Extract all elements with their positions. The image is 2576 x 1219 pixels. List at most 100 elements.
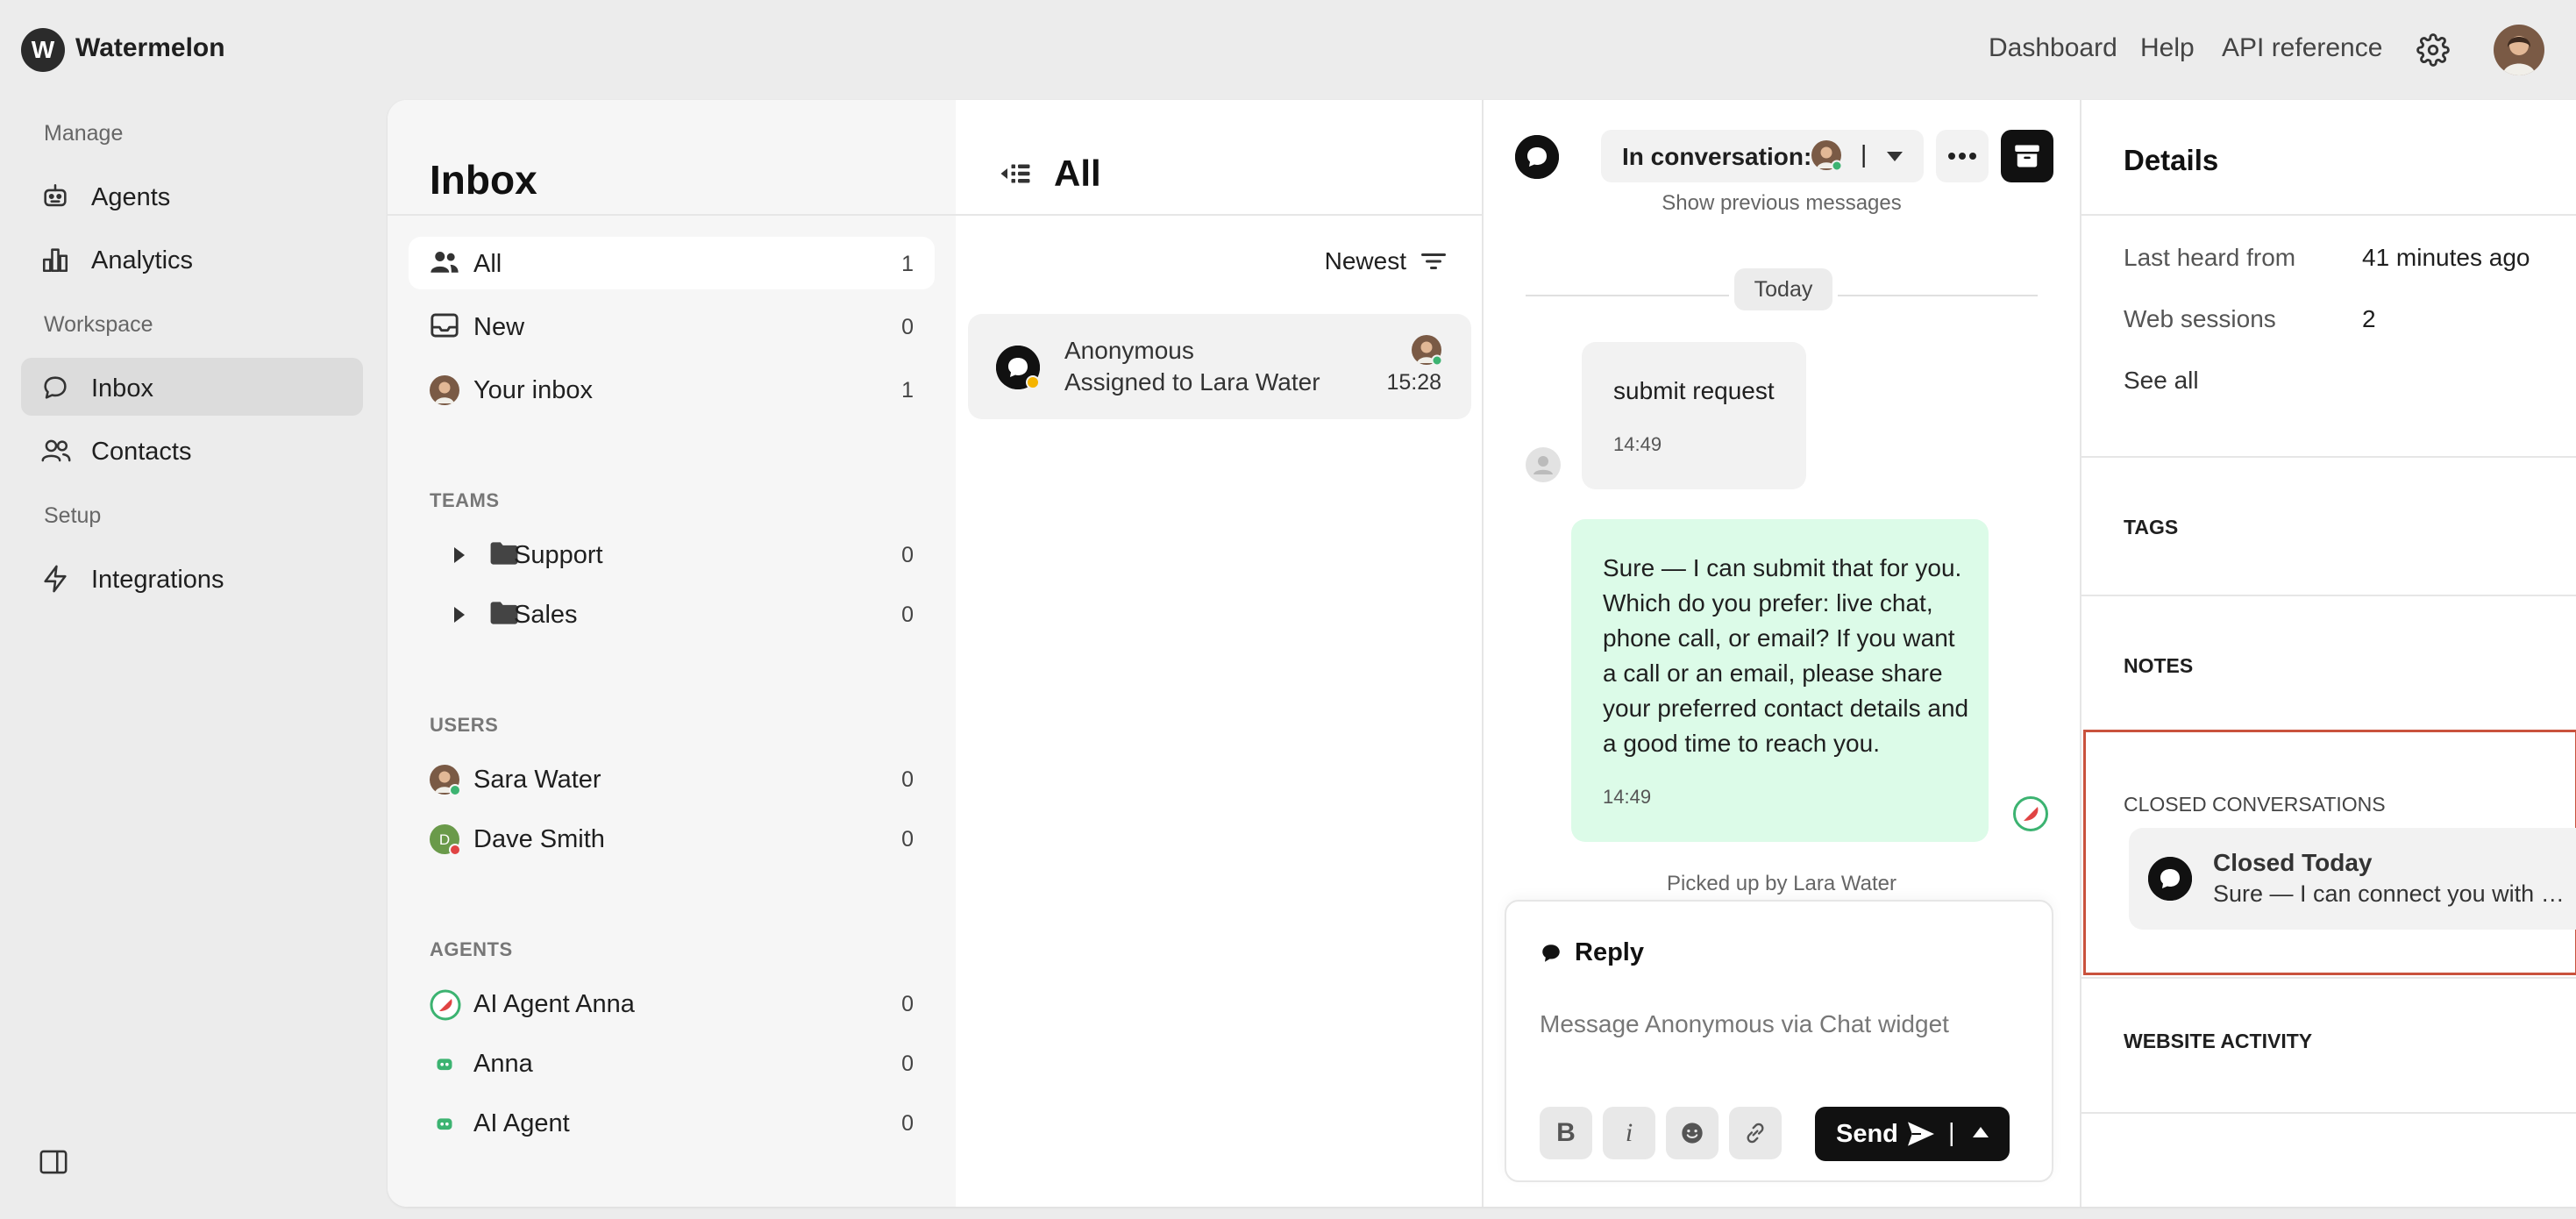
close-conversation-button[interactable] xyxy=(2001,130,2053,182)
inbox-column: Inbox All 1 New 0 Your inbox 1 TEAMS Sup… xyxy=(388,100,956,1207)
divider xyxy=(1526,295,1729,296)
team-row-sales[interactable]: Sales 0 xyxy=(409,588,935,640)
send-label: Send xyxy=(1836,1120,1898,1148)
sort-dropdown[interactable]: Newest xyxy=(1325,247,1447,275)
conversation-list-column: All Newest Anonymous Assigned to Lara Wa… xyxy=(956,100,1484,1207)
user-avatar xyxy=(430,375,459,405)
sidebar-toggle-icon[interactable] xyxy=(39,1149,68,1175)
inbox-row-all[interactable]: All 1 xyxy=(409,237,935,289)
assignee-avatar xyxy=(1811,140,1843,172)
sidebar-item-analytics[interactable]: Analytics xyxy=(21,230,363,288)
expand-caret-icon[interactable] xyxy=(454,607,465,623)
divider xyxy=(956,214,1484,216)
bold-button[interactable]: B xyxy=(1540,1107,1592,1159)
watermelon-agent-icon xyxy=(430,989,461,1021)
closed-conversation-item[interactable]: Closed Today Sure — I can connect you wi… xyxy=(2129,828,2576,930)
website-activity-section-header[interactable]: WEBSITE ACTIVITY xyxy=(2124,1030,2312,1053)
tags-section-header[interactable]: TAGS xyxy=(2124,516,2178,539)
teams-section-label: TEAMS xyxy=(430,489,500,511)
send-button[interactable]: Send | xyxy=(1815,1107,2010,1161)
user-count: 0 xyxy=(901,827,914,852)
inbox-row-count: 0 xyxy=(901,315,914,339)
user-row-sara-water[interactable]: Sara Water 0 xyxy=(409,752,935,805)
italic-button[interactable]: i xyxy=(1603,1107,1655,1159)
dashboard-link[interactable]: Dashboard xyxy=(1989,33,2117,63)
divider xyxy=(1838,295,2038,296)
help-link[interactable]: Help xyxy=(2140,33,2195,63)
agent-count: 0 xyxy=(901,992,914,1016)
sidebar-item-label: Contacts xyxy=(91,438,192,466)
user-label: Sara Water xyxy=(473,766,601,794)
message-input[interactable]: Message Anonymous via Chat widget xyxy=(1540,1010,1949,1038)
inbox-row-your-inbox[interactable]: Your inbox 1 xyxy=(409,363,935,416)
app-name[interactable]: Watermelon xyxy=(75,33,225,63)
conversation-assignee: Assigned to Lara Water xyxy=(1064,368,1320,396)
agent-row-ai-agent[interactable]: AI Agent 0 xyxy=(409,1096,935,1149)
more-options-button[interactable] xyxy=(1936,130,1989,182)
sidebar-item-agents[interactable]: Agents xyxy=(21,167,363,225)
team-label: Support xyxy=(514,541,603,569)
sidebar-item-inbox[interactable]: Inbox xyxy=(21,358,363,416)
assignee-avatar xyxy=(1412,335,1443,367)
emoji-button[interactable] xyxy=(1666,1107,1719,1159)
sidebar-item-label: Agents xyxy=(91,183,171,211)
closed-conversations-header[interactable]: CLOSED CONVERSATIONS xyxy=(2124,793,2386,816)
user-count: 0 xyxy=(901,767,914,792)
agent-message: Sure — I can submit that for you. Which … xyxy=(1571,519,1989,842)
divider xyxy=(2081,1112,2576,1114)
inbox-row-count: 1 xyxy=(901,252,914,276)
divider xyxy=(2081,977,2576,979)
sidebar-item-integrations[interactable]: Integrations xyxy=(21,549,363,607)
watermelon-agent-icon xyxy=(2013,796,2048,831)
filter-icon xyxy=(1420,251,1447,272)
settings-gear-icon[interactable] xyxy=(2416,33,2450,67)
bar-chart-icon xyxy=(40,245,70,274)
user-avatar[interactable] xyxy=(2494,25,2544,75)
sort-label: Newest xyxy=(1324,247,1406,274)
agent-label: Anna xyxy=(473,1050,533,1078)
ellipsis-icon xyxy=(1948,153,1976,160)
conversation-contact-name: Anonymous xyxy=(1064,337,1194,364)
users-section-label: USERS xyxy=(430,714,499,736)
inbox-row-count: 1 xyxy=(901,378,914,403)
separator: | xyxy=(1861,140,1868,168)
inbox-row-label: New xyxy=(473,313,525,341)
message-time: 14:49 xyxy=(1613,433,1662,455)
assignee-status-label: In conversation: xyxy=(1622,143,1812,170)
conversation-item[interactable]: Anonymous Assigned to Lara Water 15:28 xyxy=(968,314,1471,419)
see-all-link[interactable]: See all xyxy=(2124,367,2199,395)
expand-caret-icon[interactable] xyxy=(454,547,465,563)
app-logo[interactable]: W xyxy=(21,28,65,72)
agent-count: 0 xyxy=(901,1051,914,1076)
assignee-dropdown[interactable]: In conversation: | xyxy=(1601,130,1924,182)
inbox-row-new[interactable]: New 0 xyxy=(409,300,935,353)
archive-icon xyxy=(2015,145,2039,168)
agent-count: 0 xyxy=(901,1111,914,1136)
tray-icon xyxy=(430,312,459,339)
collapse-list-icon[interactable] xyxy=(1000,160,1031,187)
team-label: Sales xyxy=(514,601,578,629)
inbox-title: Inbox xyxy=(430,157,537,203)
web-sessions-label: Web sessions xyxy=(2124,305,2276,332)
sidebar-item-contacts[interactable]: Contacts xyxy=(21,421,363,479)
user-row-dave-smith[interactable]: D Dave Smith 0 xyxy=(409,812,935,865)
day-separator: Today xyxy=(1734,268,1832,310)
event-note: Picked up by Lara Water xyxy=(1667,872,1896,895)
list-header: All xyxy=(1000,153,1101,195)
reply-mode-tab[interactable]: Reply xyxy=(1540,938,1644,967)
closed-conversation-title: Closed Today xyxy=(2213,849,2373,876)
user-initial-avatar: D xyxy=(430,824,461,856)
divider xyxy=(2081,595,2576,596)
link-button[interactable] xyxy=(1729,1107,1782,1159)
inbox-row-label: Your inbox xyxy=(473,376,593,404)
agent-row-anna[interactable]: Anna 0 xyxy=(409,1037,935,1089)
agent-label: AI Agent Anna xyxy=(473,990,635,1018)
message-time: 14:49 xyxy=(1603,786,1652,808)
api-reference-link[interactable]: API reference xyxy=(2222,33,2382,63)
team-row-support[interactable]: Support 0 xyxy=(409,528,935,581)
show-previous-messages[interactable]: Show previous messages xyxy=(1484,191,2080,216)
notes-section-header[interactable]: NOTES xyxy=(2124,654,2193,678)
agents-section-label: AGENTS xyxy=(430,938,513,960)
chevron-up-icon[interactable] xyxy=(1973,1127,1989,1137)
agent-row-ai-agent-anna[interactable]: AI Agent Anna 0 xyxy=(409,977,935,1030)
